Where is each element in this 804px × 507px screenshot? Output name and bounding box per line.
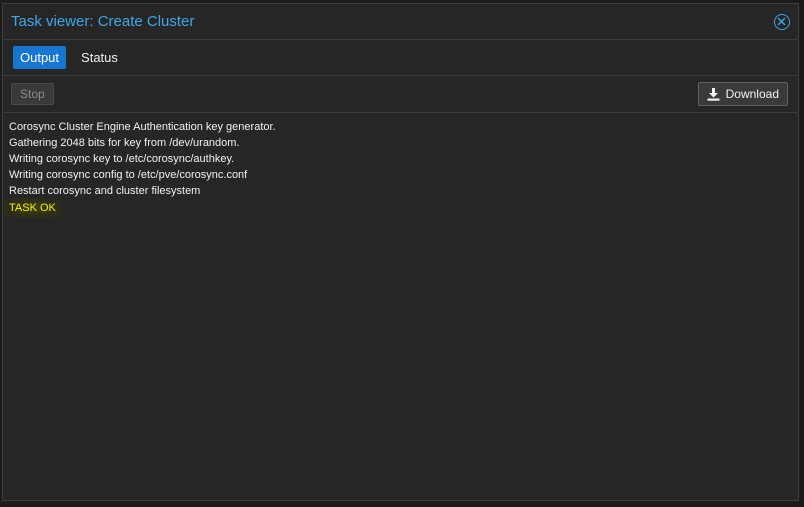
- tab-status[interactable]: Status: [74, 46, 125, 69]
- stop-button[interactable]: Stop: [11, 83, 54, 105]
- log-line: Corosync Cluster Engine Authentication k…: [9, 121, 276, 133]
- download-button-label: Download: [725, 87, 779, 101]
- log-line: Writing corosync key to /etc/corosync/au…: [9, 153, 235, 165]
- task-viewer-window: Task viewer: Create Cluster Output Statu…: [2, 3, 799, 501]
- tab-output[interactable]: Output: [13, 46, 67, 69]
- tab-bar: Output Status: [3, 40, 798, 76]
- close-icon[interactable]: [774, 13, 790, 30]
- task-status-ok: TASK OK: [3, 198, 62, 218]
- toolbar: Stop Download: [3, 76, 798, 113]
- log-line: Restart corosync and cluster filesystem: [9, 185, 201, 197]
- log-line: Gathering 2048 bits for key from /dev/ur…: [9, 137, 240, 149]
- download-button[interactable]: Download: [697, 82, 788, 106]
- window-title: Task viewer: Create Cluster: [11, 13, 195, 30]
- log-line: Writing corosync config to /etc/pve/coro…: [9, 169, 248, 181]
- download-icon: [707, 87, 720, 101]
- window-titlebar: Task viewer: Create Cluster: [3, 4, 798, 40]
- task-log-output: Corosync Cluster Engine Authentication k…: [3, 113, 798, 224]
